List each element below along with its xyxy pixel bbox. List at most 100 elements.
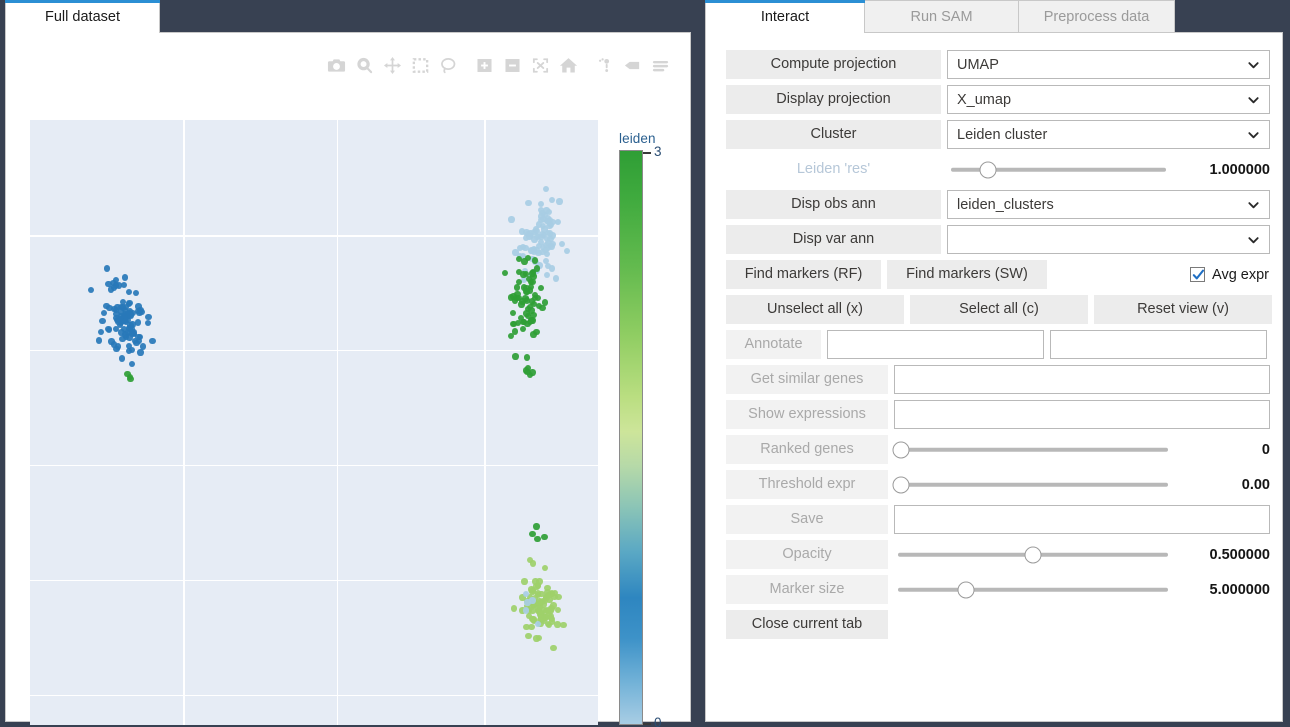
- scatter-point[interactable]: [130, 330, 137, 337]
- scatter-point[interactable]: [541, 533, 548, 541]
- threshold-expr-slider[interactable]: 0.00: [892, 476, 1270, 494]
- plot-toolbar[interactable]: [322, 51, 674, 79]
- scatter-point[interactable]: [563, 247, 570, 255]
- scatter-point[interactable]: [99, 317, 106, 325]
- save-button[interactable]: Save: [726, 505, 888, 534]
- scatter-point[interactable]: [100, 309, 108, 317]
- scatter-point[interactable]: [536, 599, 544, 607]
- get-similar-genes-input[interactable]: [894, 365, 1270, 394]
- close-current-tab-button[interactable]: Close current tab: [726, 610, 888, 639]
- scatter-point[interactable]: [551, 593, 558, 601]
- slider-knob[interactable]: [957, 581, 974, 598]
- slider-knob[interactable]: [892, 441, 910, 458]
- scatter-point[interactable]: [548, 243, 555, 250]
- scatter-point[interactable]: [105, 325, 112, 333]
- scatter-point[interactable]: [533, 523, 540, 530]
- scatter-point[interactable]: [541, 565, 548, 572]
- scatter-point[interactable]: [128, 361, 136, 368]
- scatter-point[interactable]: [550, 644, 557, 652]
- scatter-point[interactable]: [523, 354, 530, 361]
- plot-frame[interactable]: [30, 120, 598, 725]
- compute-projection-select[interactable]: UMAP: [947, 50, 1270, 79]
- scatter-point[interactable]: [133, 339, 140, 347]
- find-markers-rf-button[interactable]: Find markers (RF): [726, 260, 881, 289]
- scatter-point[interactable]: [556, 198, 563, 205]
- scatter-point[interactable]: [537, 609, 544, 617]
- scatter-point[interactable]: [107, 286, 114, 293]
- pan-icon[interactable]: [378, 51, 406, 79]
- scatter-point[interactable]: [127, 375, 134, 383]
- scatter-point[interactable]: [125, 288, 133, 296]
- find-markers-sw-button[interactable]: Find markers (SW): [887, 260, 1047, 289]
- tap-icon[interactable]: [618, 51, 646, 79]
- scatter-point[interactable]: [544, 588, 551, 596]
- scatter-point[interactable]: [527, 317, 535, 324]
- scatter-point[interactable]: [529, 279, 536, 286]
- ranked-genes-slider[interactable]: 0: [892, 441, 1270, 459]
- show-expressions-input[interactable]: [894, 400, 1270, 429]
- scatter-point[interactable]: [534, 535, 541, 543]
- reset-view-button[interactable]: Reset view (v): [1094, 295, 1272, 324]
- cluster-button[interactable]: Cluster: [726, 120, 941, 149]
- scatter-point[interactable]: [125, 301, 133, 308]
- scatter-point[interactable]: [541, 211, 548, 219]
- scatter-point[interactable]: [515, 294, 522, 301]
- scatter-point[interactable]: [132, 289, 140, 297]
- scatter-point[interactable]: [528, 623, 535, 630]
- scatter-point[interactable]: [128, 346, 135, 354]
- scatter-point[interactable]: [522, 607, 530, 614]
- scatter-point[interactable]: [542, 186, 550, 193]
- scatter-point[interactable]: [119, 298, 127, 305]
- scatter-point[interactable]: [533, 635, 540, 642]
- scatter-point[interactable]: [121, 274, 129, 281]
- display-projection-button[interactable]: Display projection: [726, 85, 941, 114]
- disp-obs-ann-button[interactable]: Disp obs ann: [726, 190, 941, 219]
- scatter-point[interactable]: [518, 301, 525, 308]
- scatter-point[interactable]: [515, 255, 523, 262]
- scatter-point[interactable]: [512, 353, 519, 360]
- scatter-point[interactable]: [119, 355, 126, 362]
- scatter-point[interactable]: [87, 286, 94, 293]
- scatter-point[interactable]: [545, 621, 553, 629]
- tab-preprocess-data[interactable]: Preprocess data: [1018, 0, 1175, 33]
- opacity-slider[interactable]: 0.500000: [898, 546, 1270, 564]
- home-reset-icon[interactable]: [554, 51, 582, 79]
- annotate-input-1[interactable]: [827, 330, 1044, 359]
- scatter-point[interactable]: [510, 605, 518, 612]
- scatter-point[interactable]: [534, 582, 542, 589]
- scatter-point[interactable]: [543, 271, 551, 279]
- scatter-point[interactable]: [134, 319, 141, 326]
- scatter-point[interactable]: [539, 248, 546, 256]
- scatter-point[interactable]: [535, 221, 543, 228]
- scatter-point[interactable]: [510, 320, 518, 328]
- scatter-point[interactable]: [511, 328, 519, 335]
- scatter-point[interactable]: [529, 369, 536, 376]
- slider-knob[interactable]: [892, 476, 910, 493]
- scatter-point[interactable]: [519, 325, 527, 333]
- scatter-point[interactable]: [103, 265, 110, 272]
- scatter-point[interactable]: [144, 319, 152, 327]
- scatter-point[interactable]: [529, 270, 536, 277]
- menu-icon[interactable]: [646, 51, 674, 79]
- scatter-point[interactable]: [136, 310, 143, 317]
- annotate-input-2[interactable]: [1050, 330, 1267, 359]
- scatter-point[interactable]: [533, 328, 540, 335]
- scatter-point[interactable]: [554, 218, 561, 226]
- show-expressions-button[interactable]: Show expressions: [726, 400, 888, 429]
- scatter-point[interactable]: [528, 247, 535, 254]
- slider-knob[interactable]: [979, 161, 997, 178]
- scatter-point[interactable]: [531, 228, 538, 236]
- scatter-point[interactable]: [149, 337, 156, 345]
- scatter-point[interactable]: [537, 284, 544, 292]
- camera-save-icon[interactable]: [322, 51, 350, 79]
- scatter-point[interactable]: [537, 200, 545, 208]
- scatter-point[interactable]: [522, 590, 529, 597]
- compute-projection-button[interactable]: Compute projection: [726, 50, 941, 79]
- scatter-point[interactable]: [548, 613, 555, 620]
- scatter-point[interactable]: [501, 269, 509, 277]
- scatter-point[interactable]: [97, 329, 105, 336]
- unselect-all-button[interactable]: Unselect all (x): [726, 295, 904, 324]
- scatter-point[interactable]: [127, 312, 134, 320]
- plot-canvas[interactable]: [25, 115, 598, 725]
- select-all-button[interactable]: Select all (c): [910, 295, 1088, 324]
